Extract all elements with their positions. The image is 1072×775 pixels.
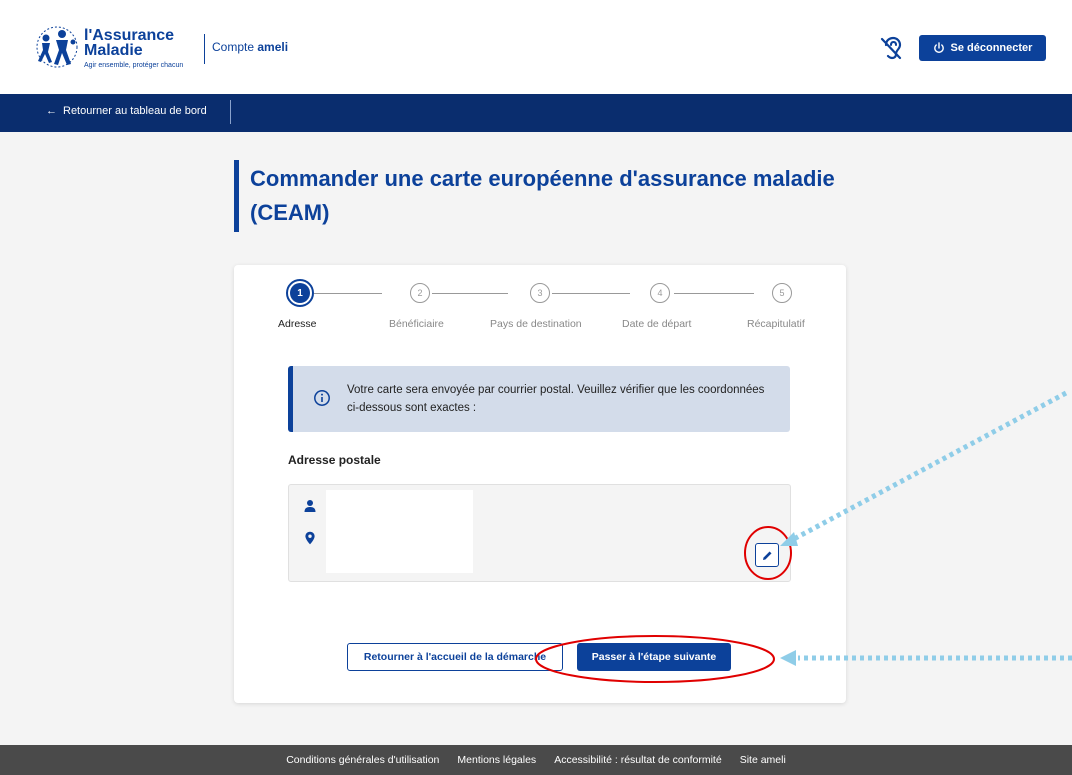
postal-address-box — [288, 484, 791, 582]
footer-link-accessibility[interactable]: Accessibilité : résultat de conformité — [554, 754, 722, 766]
footer-link-cgu[interactable]: Conditions générales d'utilisation — [286, 754, 439, 766]
site-footer: Conditions générales d'utilisation Menti… — [0, 745, 1072, 775]
step-3-indicator: 3 — [530, 283, 550, 303]
back-to-process-home-button[interactable]: Retourner à l'accueil de la démarche — [347, 643, 563, 671]
footer-link-legal[interactable]: Mentions légales — [457, 754, 536, 766]
info-alert: Votre carte sera envoyée par courrier po… — [288, 366, 790, 432]
logo-title-line1: l'Assurance — [84, 27, 175, 44]
info-text: Votre carte sera envoyée par courrier po… — [347, 384, 765, 414]
top-navbar: ← Retourner au tableau de bord — [0, 94, 1072, 132]
back-to-dashboard-label: Retourner au tableau de bord — [63, 105, 207, 117]
footer-link-site-ameli[interactable]: Site ameli — [740, 754, 786, 766]
step-2-indicator: 2 — [410, 283, 430, 303]
header-divider — [204, 34, 205, 64]
logo-title-line2: Maladie — [84, 42, 143, 59]
step-connector — [432, 293, 508, 294]
step-5-indicator: 5 — [772, 283, 792, 303]
next-step-button[interactable]: Passer à l'étape suivante — [577, 643, 731, 671]
step-4-label: Date de départ — [622, 318, 692, 330]
site-header: l'Assurance Maladie Agir ensemble, proté… — [0, 0, 1072, 94]
account-label: Compte ameli — [212, 40, 288, 54]
account-prefix: Compte — [212, 40, 255, 54]
hearing-impaired-icon[interactable] — [878, 35, 904, 61]
step-1-number: 1 — [290, 283, 310, 303]
info-icon — [314, 390, 330, 406]
step-1-indicator: 1 — [286, 279, 314, 307]
logo-tagline: Agir ensemble, protéger chacun — [84, 62, 184, 69]
back-to-dashboard-link[interactable]: ← Retourner au tableau de bord — [46, 105, 207, 117]
form-card: 1 2 3 4 5 Adresse Bénéficiaire Pays de d… — [234, 265, 846, 703]
step-4-indicator: 4 — [650, 283, 670, 303]
step-5-label: Récapitulatif — [747, 318, 805, 330]
logo-figures-icon — [36, 26, 78, 68]
arrow-left-icon: ← — [46, 105, 57, 117]
assurance-maladie-logo[interactable]: l'Assurance Maladie Agir ensemble, proté… — [32, 22, 202, 74]
navbar-divider — [230, 100, 231, 124]
person-icon — [304, 500, 316, 512]
edit-address-button[interactable] — [755, 543, 779, 567]
address-content-area — [326, 490, 473, 573]
postal-address-heading: Adresse postale — [288, 453, 381, 467]
step-1-label: Adresse — [278, 318, 317, 330]
step-connector — [314, 293, 382, 294]
pencil-icon — [762, 551, 771, 560]
logout-button[interactable]: Se déconnecter — [919, 35, 1046, 61]
power-icon — [933, 42, 944, 54]
step-connector — [674, 293, 754, 294]
step-3-label: Pays de destination — [490, 318, 582, 330]
logout-label: Se déconnecter — [950, 42, 1033, 54]
title-accent-bar — [234, 160, 239, 232]
map-pin-icon — [305, 531, 315, 545]
page-title: Commander une carte européenne d'assuran… — [250, 166, 835, 225]
account-name: ameli — [257, 40, 289, 54]
step-2-label: Bénéficiaire — [389, 318, 444, 330]
step-connector — [552, 293, 630, 294]
